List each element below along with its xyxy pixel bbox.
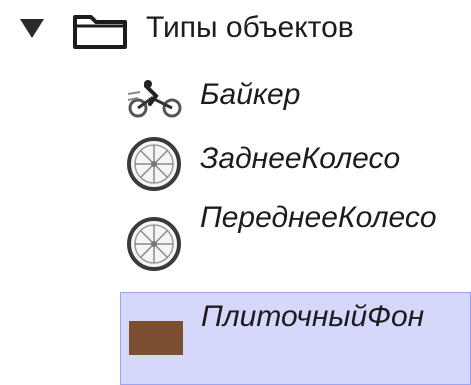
disclosure-triangle-icon[interactable] xyxy=(18,14,46,42)
tree-item-biker[interactable]: Байкер xyxy=(0,72,471,122)
object-types-tree: Типы объектов Байкер ЗаднееКолесо Передн… xyxy=(0,0,471,385)
biker-icon xyxy=(127,80,182,118)
tile-swatch-icon xyxy=(129,321,183,355)
folder-icon xyxy=(73,15,127,49)
tree-item-label: ПлиточныйФон xyxy=(201,300,425,333)
tree-item-label: ПереднееКолесо xyxy=(200,201,437,234)
tree-item-front-wheel[interactable]: ПереднееКолесо xyxy=(0,198,471,284)
folder-label: Типы объектов xyxy=(146,11,354,44)
tree-item-label: Байкер xyxy=(200,78,301,111)
wheel-icon xyxy=(127,217,181,271)
tree-item-label: ЗаднееКолесо xyxy=(200,142,401,175)
wheel-icon xyxy=(127,137,181,191)
tree-item-tile-background[interactable]: ПлиточныйФон xyxy=(120,292,471,385)
tree-item-rear-wheel[interactable]: ЗаднееКолесо xyxy=(0,130,471,191)
folder-row-object-types[interactable]: Типы объектов xyxy=(0,0,471,58)
